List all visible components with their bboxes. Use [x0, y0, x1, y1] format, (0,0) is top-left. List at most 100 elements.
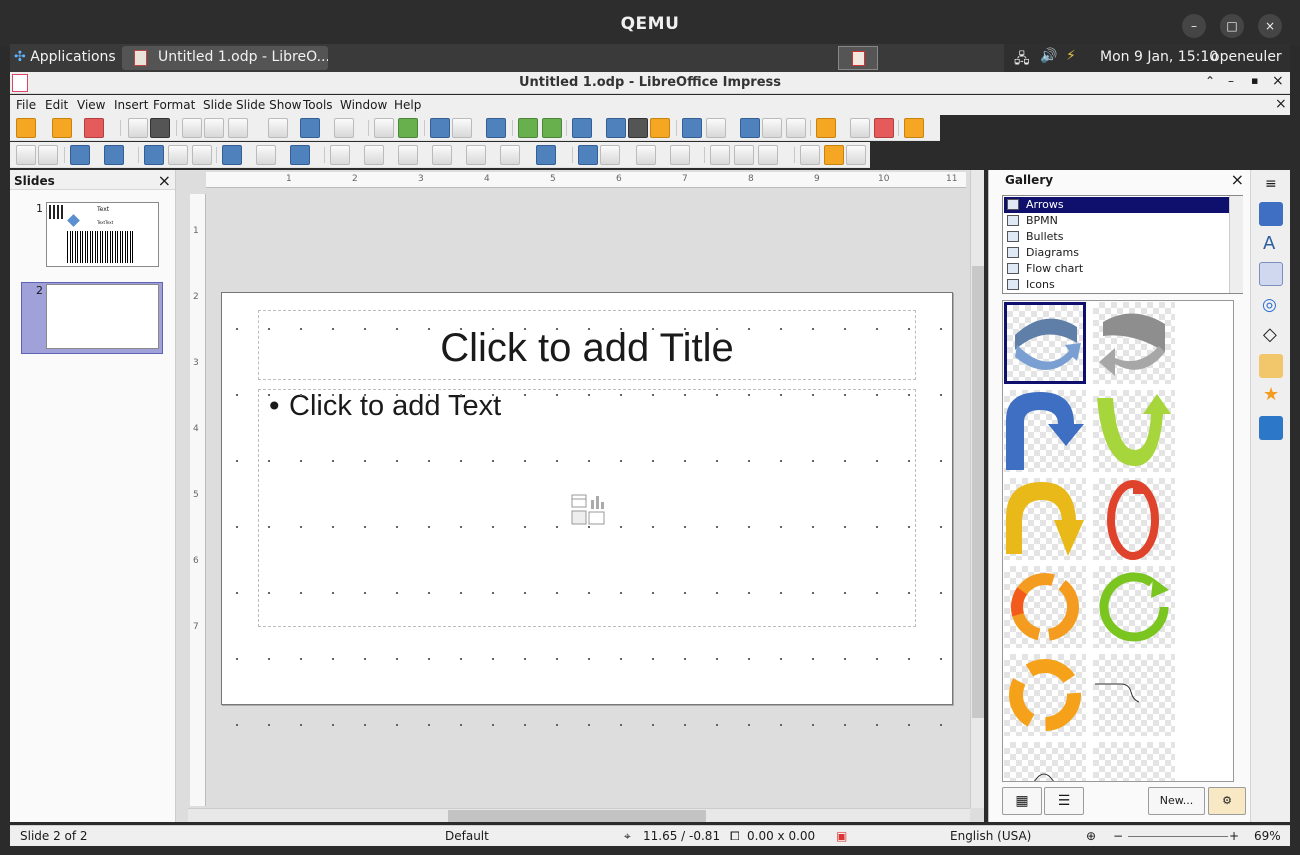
vertical-ruler[interactable]: 1 2 3 4 5 6 7	[190, 194, 206, 806]
undo-icon[interactable]	[300, 118, 320, 138]
gallery-item-arrow-10[interactable]	[1093, 654, 1175, 736]
select-icon[interactable]	[16, 145, 36, 165]
slide-layout-icon[interactable]	[904, 118, 924, 138]
new-icon[interactable]	[16, 118, 36, 138]
copy-icon[interactable]	[204, 118, 224, 138]
gallery-close-icon[interactable]: ×	[1231, 170, 1244, 189]
image-icon[interactable]	[606, 118, 626, 138]
properties-tab-icon[interactable]	[1259, 202, 1283, 226]
gallery-item-arrow-12[interactable]	[1093, 742, 1175, 781]
menu-help[interactable]: Help	[394, 98, 421, 112]
save-icon[interactable]	[84, 118, 104, 138]
gallery-item-arrow-7[interactable]	[1004, 566, 1086, 648]
basic-shapes-icon[interactable]	[330, 145, 350, 165]
symbol-shapes-icon[interactable]	[364, 145, 384, 165]
zoom-in-icon[interactable]: +	[1229, 829, 1239, 843]
delete-slide-icon[interactable]	[874, 118, 894, 138]
theme-item-flow-chart[interactable]: Flow chart	[1004, 261, 1229, 277]
new-theme-button[interactable]: New...	[1148, 787, 1205, 815]
theme-item-arrows[interactable]: Arrows	[1004, 197, 1229, 213]
horizontal-scrollbar[interactable]	[188, 808, 970, 822]
zoom-slider[interactable]	[1128, 836, 1228, 837]
fill-color-icon[interactable]	[104, 145, 124, 165]
detail-view-button[interactable]: ☰	[1044, 787, 1084, 815]
close-document-icon[interactable]: ×	[1275, 96, 1287, 112]
zoom-level[interactable]: 69%	[1254, 829, 1281, 843]
toggle-extrusion-icon[interactable]	[846, 145, 866, 165]
zoom-out-icon[interactable]: −	[1113, 829, 1123, 843]
text-box-icon[interactable]	[682, 118, 702, 138]
menu-insert[interactable]: Insert	[114, 98, 148, 112]
window-minimize-icon[interactable]: –	[1228, 74, 1234, 88]
window-maximize-icon[interactable]: ▪	[1251, 74, 1258, 87]
crop-icon[interactable]	[734, 145, 754, 165]
window-close-icon[interactable]: ×	[1272, 73, 1284, 89]
shadow-icon[interactable]	[710, 145, 730, 165]
callouts-icon[interactable]	[466, 145, 486, 165]
hyperlink-icon[interactable]	[762, 118, 782, 138]
menu-format[interactable]: Format	[153, 98, 195, 112]
clock[interactable]: Mon 9 Jan, 15:10	[1100, 49, 1218, 65]
theme-properties-button[interactable]: ⚙	[1208, 787, 1246, 815]
insert-object-icon[interactable]	[571, 492, 605, 526]
slide-thumbnail-1[interactable]: Text TextText	[46, 202, 159, 267]
gallery-tab-icon[interactable]	[1259, 262, 1283, 286]
theme-list-scrollbar[interactable]	[1229, 196, 1243, 293]
gallery-item-arrow-5[interactable]	[1004, 478, 1086, 560]
gallery-item-arrow-6[interactable]	[1093, 478, 1175, 560]
find-replace-icon[interactable]	[374, 118, 394, 138]
gallery-item-arrow-3[interactable]	[1004, 390, 1086, 472]
slide-transition-tab-icon[interactable]	[1259, 354, 1283, 378]
horizontal-ruler[interactable]: 1 2 3 4 5 6 7 8 9 10 11	[206, 172, 966, 188]
language[interactable]: English (USA)	[950, 829, 1031, 843]
close-button[interactable]: ×	[1258, 14, 1282, 38]
vertical-scrollbar[interactable]	[970, 170, 984, 808]
menu-slide-show[interactable]: Slide Show	[236, 98, 301, 112]
new-slide-icon[interactable]	[816, 118, 836, 138]
shapes-tab-icon[interactable]: ◇	[1259, 324, 1283, 348]
arrange-icon[interactable]	[636, 145, 656, 165]
sidebar-menu-icon[interactable]: ≡	[1259, 174, 1283, 198]
content-placeholder[interactable]: • Click to add Text	[258, 389, 916, 627]
menu-slide[interactable]: Slide	[203, 98, 232, 112]
gallery-item-arrow-2[interactable]	[1093, 302, 1175, 384]
theme-item-bpmn[interactable]: BPMN	[1004, 213, 1229, 229]
icon-view-button[interactable]: ▦	[1002, 787, 1042, 815]
navigator-tab-icon[interactable]: ◎	[1259, 294, 1283, 318]
gallery-item-arrow-9[interactable]	[1004, 654, 1086, 736]
menu-window[interactable]: Window	[340, 98, 387, 112]
menu-view[interactable]: View	[77, 98, 105, 112]
animation-tab-icon[interactable]: ★	[1259, 384, 1283, 408]
document-modified-icon[interactable]: ▣	[836, 829, 847, 843]
menu-tools[interactable]: Tools	[303, 98, 333, 112]
chart-icon[interactable]	[650, 118, 670, 138]
cut-icon[interactable]	[182, 118, 202, 138]
gallery-item-arrow-1[interactable]	[1004, 302, 1086, 384]
align-icon[interactable]	[600, 145, 620, 165]
volume-icon[interactable]: 🔊	[1040, 48, 1057, 64]
title-placeholder[interactable]: Click to add Title	[258, 310, 916, 380]
theme-item-icons[interactable]: Icons	[1004, 277, 1229, 293]
spelling-icon[interactable]	[398, 118, 418, 138]
gallery-theme-list[interactable]: Arrows BPMN Bullets Diagrams Flow chart …	[1002, 195, 1243, 294]
zoom-pan-icon[interactable]	[38, 145, 58, 165]
master-slide-icon[interactable]	[486, 118, 506, 138]
styles-tab-icon[interactable]: A	[1259, 232, 1283, 256]
fontwork-icon[interactable]	[740, 118, 760, 138]
print-icon[interactable]	[150, 118, 170, 138]
theme-item-diagrams[interactable]: Diagrams	[1004, 245, 1229, 261]
clone-formatting-icon[interactable]	[268, 118, 288, 138]
power-icon[interactable]: ⚡	[1066, 48, 1076, 64]
start-first-slide-icon[interactable]	[518, 118, 538, 138]
flowchart-icon[interactable]	[432, 145, 452, 165]
slide-canvas[interactable]: Click to add Title • Click to add Text	[221, 292, 953, 726]
network-icon[interactable]: 🖧	[1014, 48, 1030, 72]
curves-icon[interactable]	[256, 145, 276, 165]
user-menu[interactable]: openeuler	[1211, 49, 1282, 65]
table-icon[interactable]	[572, 118, 592, 138]
display-grid-icon[interactable]	[430, 118, 450, 138]
ellipse-icon[interactable]	[192, 145, 212, 165]
slides-pane-close-icon[interactable]: ×	[158, 171, 171, 190]
menu-file[interactable]: File	[16, 98, 36, 112]
duplicate-slide-icon[interactable]	[850, 118, 870, 138]
